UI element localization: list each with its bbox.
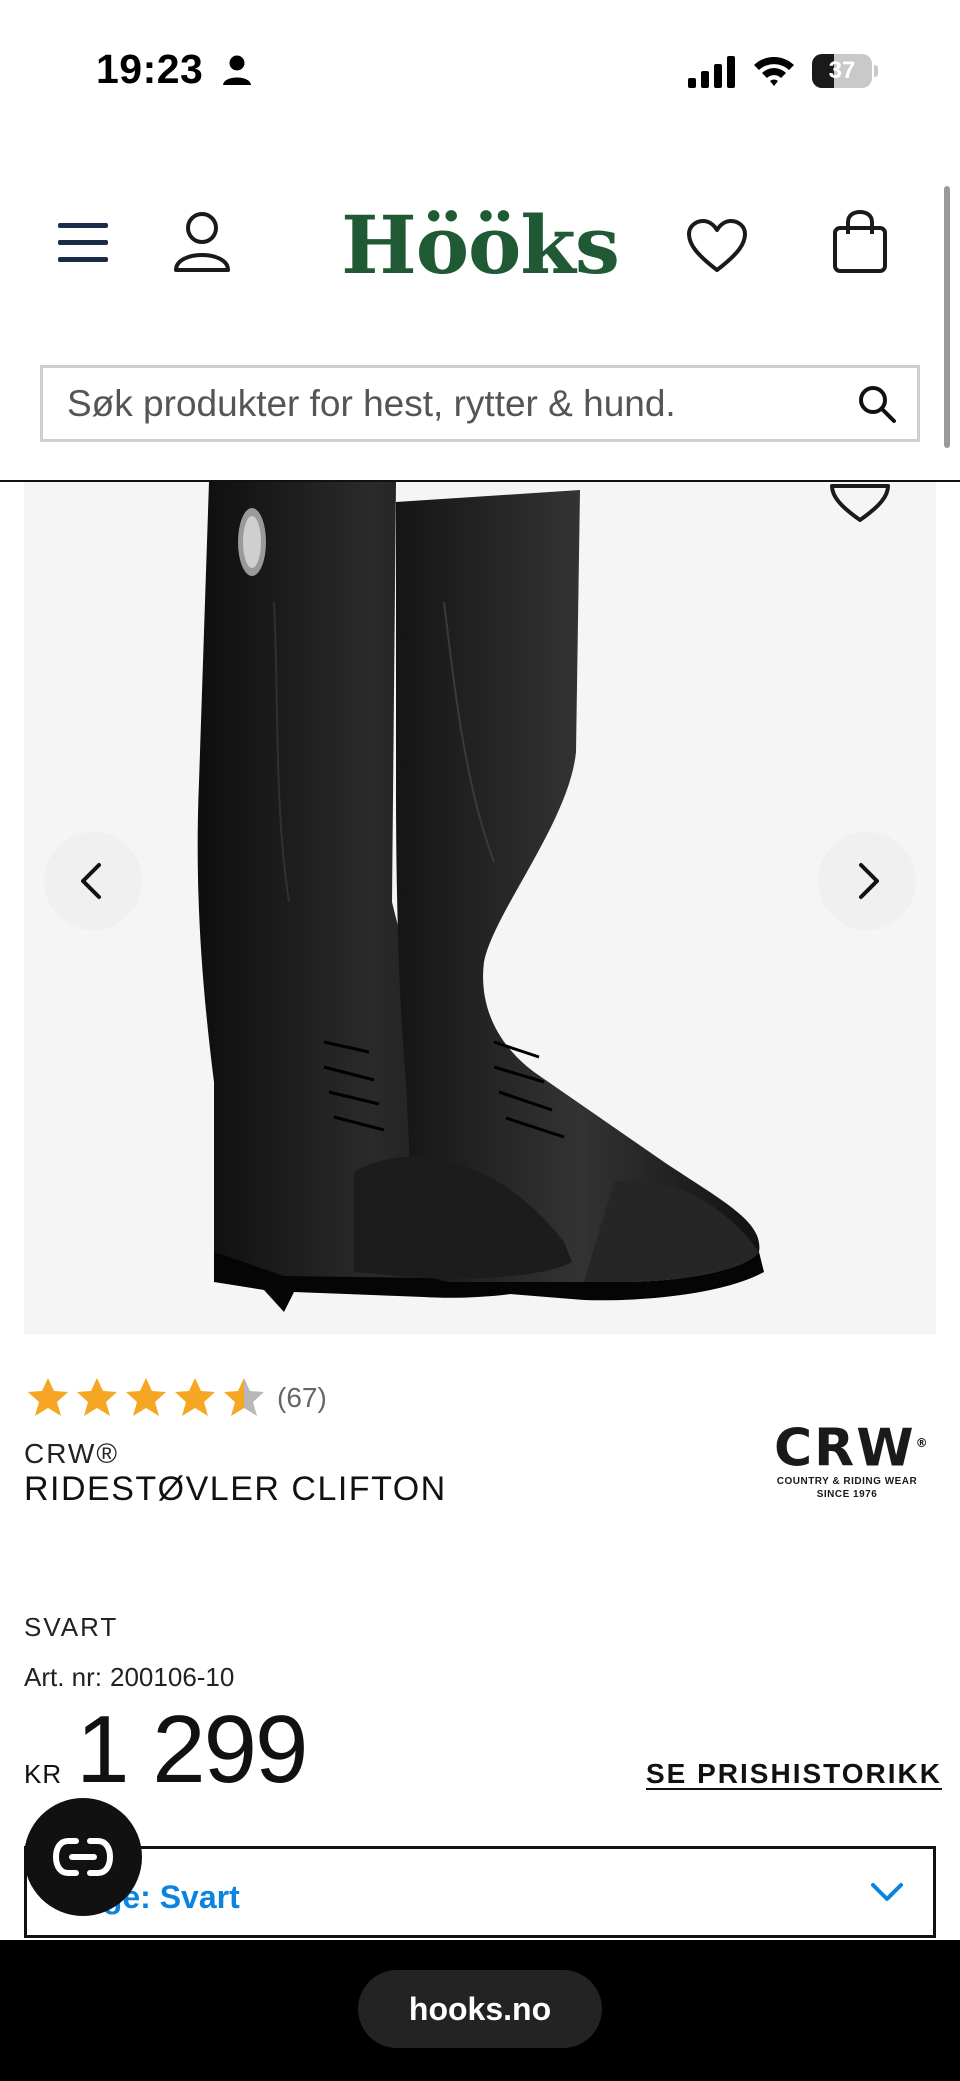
- price-value: 1 299: [76, 1696, 308, 1803]
- chevron-left-icon: [81, 863, 101, 899]
- chat-icon: [52, 1838, 114, 1876]
- search-bar: [40, 365, 920, 442]
- price-history-link[interactable]: SE PRISHISTORIKK: [646, 1758, 942, 1790]
- person-icon: [223, 55, 251, 85]
- color-variant-select[interactable]: Farge: Svart: [24, 1846, 936, 1938]
- status-time: 19:23: [96, 46, 204, 92]
- carousel-next-button[interactable]: [818, 832, 916, 930]
- shopping-bag-icon[interactable]: [832, 210, 888, 274]
- carousel-prev-button[interactable]: [44, 832, 142, 930]
- scrollbar[interactable]: [944, 186, 950, 448]
- product-image[interactable]: [24, 482, 936, 1334]
- price-currency: KR: [24, 1759, 63, 1789]
- brand-logo-registered: ®: [915, 1436, 930, 1450]
- battery-indicator: 37: [812, 54, 878, 88]
- search-icon[interactable]: [857, 384, 897, 424]
- hamburger-menu-icon[interactable]: [56, 220, 110, 266]
- site-header: Hööks: [0, 190, 960, 310]
- article-number-value: 200106-10: [110, 1662, 235, 1692]
- product-rating[interactable]: (67): [26, 1374, 327, 1422]
- browser-bottom-bar: hooks.no: [0, 1940, 960, 2081]
- wifi-icon: [754, 57, 794, 86]
- brand-logo-since: SINCE 1976: [816, 1489, 878, 1501]
- star-icon: [28, 1378, 68, 1416]
- price: KR 1 299: [24, 1696, 308, 1803]
- search-input[interactable]: [67, 368, 847, 439]
- chevron-right-icon: [859, 863, 879, 899]
- battery-percent: 37: [828, 57, 856, 84]
- star-icon: [224, 1378, 264, 1416]
- user-icon[interactable]: [172, 210, 232, 274]
- cellular-signal-icon: [688, 56, 735, 88]
- brand-logo-main: CRW®: [774, 1416, 928, 1479]
- article-number-label: Art. nr:: [24, 1662, 103, 1692]
- status-bar: 19:23 37: [0, 0, 960, 140]
- battery-nub: [874, 65, 878, 77]
- review-count[interactable]: (67): [277, 1382, 327, 1414]
- chat-button[interactable]: [24, 1798, 142, 1916]
- star-icon: [126, 1378, 166, 1416]
- address-bar[interactable]: hooks.no: [358, 1970, 602, 2048]
- rating-stars: [26, 1376, 271, 1420]
- product-brand[interactable]: CRW®: [24, 1438, 119, 1470]
- article-number: Art. nr: 200106-10: [24, 1662, 234, 1693]
- product-title: RIDESTØVLER CLIFTON: [24, 1470, 447, 1508]
- brand-logo-tagline: COUNTRY & RIDING WEAR: [776, 1476, 918, 1488]
- star-icon: [77, 1378, 117, 1416]
- add-to-wishlist-heart-icon[interactable]: [828, 482, 892, 522]
- battery-body: 37: [812, 54, 872, 88]
- site-logo[interactable]: Hööks: [340, 198, 620, 292]
- chevron-down-icon: [871, 1883, 903, 1901]
- heart-icon[interactable]: [686, 218, 748, 274]
- product-color: SVART: [24, 1612, 119, 1642]
- boots-illustration: [197, 482, 764, 1312]
- brand-logo-letters: CRW: [774, 1418, 916, 1479]
- url-text: hooks.no: [408, 1991, 552, 2027]
- star-icon: [175, 1378, 215, 1416]
- brand-logo[interactable]: CRW® COUNTRY & RIDING WEAR SINCE 1976: [774, 1416, 928, 1506]
